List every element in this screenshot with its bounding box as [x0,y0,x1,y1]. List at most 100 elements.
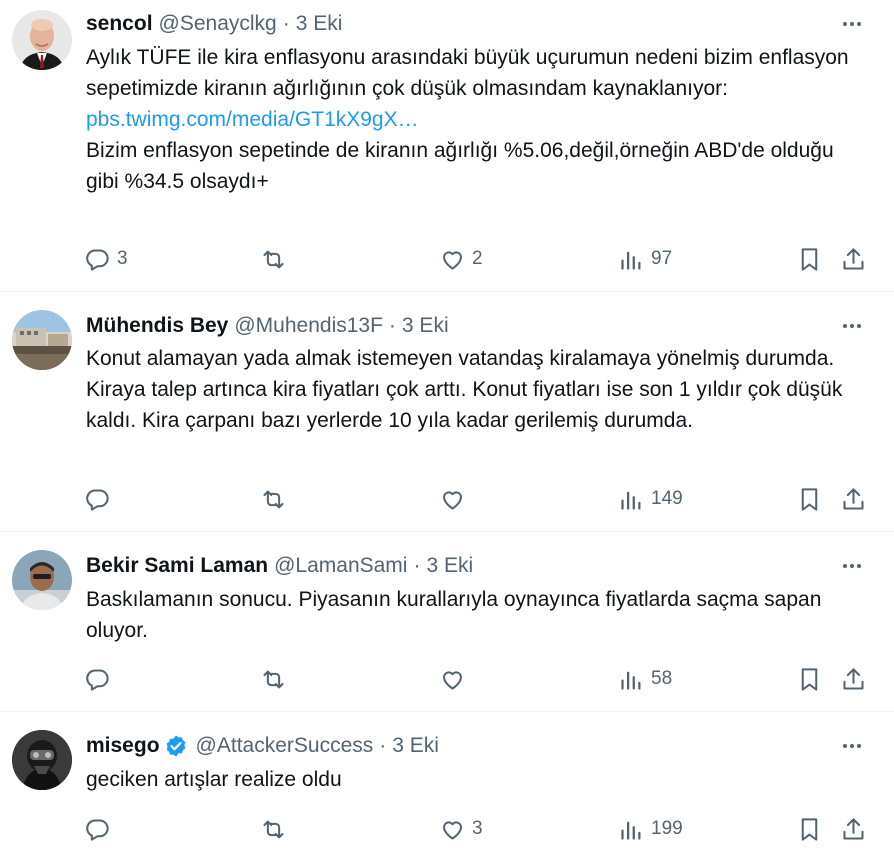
views-button[interactable]: 199 [618,814,683,844]
share-upload-icon [843,817,864,840]
author-handle[interactable]: @LamanSami [274,554,407,578]
tweet-text-part: Bizim enflasyon sepetinde de kiranın ağı… [86,139,834,193]
bookmark-button[interactable] [796,484,823,514]
reply-button[interactable]: 3 [84,244,128,274]
reply-bubble-icon [86,818,109,841]
retweet-icon [263,250,284,268]
views-button[interactable]: 58 [618,664,672,694]
more-options-button[interactable] [834,314,870,338]
author-handle[interactable]: @Senayclkg [159,12,277,36]
tweet-header: sencol @Senayclkg · 3 Eki [86,10,342,38]
avatar[interactable] [12,550,72,610]
share-button[interactable] [840,814,867,844]
share-button[interactable] [840,244,867,274]
separator-dot: · [388,314,396,337]
tweet-text-content: Baskılamanın sonucu. Piyasanın kuralları… [86,588,822,642]
separator-dot: · [413,554,421,577]
like-button[interactable] [439,664,472,694]
author-handle[interactable]: @AttackerSuccess [196,734,374,758]
like-count: 3 [472,818,483,839]
tweet-text-content: geciken artışlar realize oldu [86,768,342,791]
bookmark-icon [801,487,818,511]
timestamp[interactable]: 3 Eki [296,12,343,36]
view-count: 149 [651,488,683,509]
bar-chart-icon [621,671,641,690]
like-button[interactable]: 2 [439,244,483,274]
avatar[interactable] [12,730,72,790]
views-button[interactable]: 97 [618,244,672,274]
avatar-building-photo-icon [12,310,72,370]
more-options-button[interactable] [834,12,870,36]
view-count: 58 [651,668,673,689]
reply-button[interactable] [84,484,117,514]
author-name[interactable]: Mühendis Bey [86,314,228,338]
reply-count: 3 [117,248,128,269]
tweet[interactable]: Mühendis Bey @Muhendis13F · 3 Eki Konut … [0,292,894,532]
retweet-button[interactable] [260,484,293,514]
avatar[interactable] [12,10,72,70]
tweet-text: Baskılamanın sonucu. Piyasanın kuralları… [86,584,866,646]
share-upload-icon [843,487,864,510]
verified-badge-icon [164,734,188,758]
like-button[interactable]: 3 [439,814,483,844]
reply-button[interactable] [84,814,117,844]
bookmark-button[interactable] [796,814,823,844]
avatar[interactable] [12,310,72,370]
views-button[interactable]: 149 [618,484,683,514]
like-button[interactable] [439,484,472,514]
view-count: 199 [651,818,683,839]
more-dots-icon [843,324,861,328]
author-name[interactable]: Bekir Sami Laman [86,554,268,578]
reply-bubble-icon [86,488,109,511]
action-bar: 58 [84,664,874,694]
retweet-button[interactable] [260,244,293,274]
action-bar: 149 [84,484,874,514]
reply-bubble-icon [86,668,109,691]
more-options-button[interactable] [834,734,870,758]
action-bar: 3 2 97 [84,244,874,274]
timestamp[interactable]: 3 Eki [392,734,439,758]
reply-button[interactable] [84,664,117,694]
more-options-button[interactable] [834,554,870,578]
author-handle[interactable]: @Muhendis13F [234,314,383,338]
share-button[interactable] [840,664,867,694]
heart-icon [443,250,462,270]
separator-dot: · [282,12,290,35]
retweet-button[interactable] [260,664,293,694]
tweet-text-content: Konut alamayan yada almak istemeyen vata… [86,347,843,432]
timestamp[interactable]: 3 Eki [402,314,449,338]
tweet[interactable]: Bekir Sami Laman @LamanSami · 3 Eki Bask… [0,532,894,712]
bookmark-button[interactable] [796,244,823,274]
share-upload-icon [843,247,864,270]
reply-feed: sencol @Senayclkg · 3 Eki Aylık TÜFE ile… [0,0,894,866]
bookmark-button[interactable] [796,664,823,694]
media-link[interactable]: pbs.twimg.com/media/GT1kX9gX… [86,104,866,135]
tweet-text: geciken artışlar realize oldu [86,764,866,795]
tweet[interactable]: misego @AttackerSuccess · 3 Eki geciken … [0,712,894,866]
avatar-dark-helmet-icon [12,730,72,790]
timestamp[interactable]: 3 Eki [426,554,473,578]
action-bar: 3 199 [84,814,874,844]
author-name[interactable]: misego [86,734,160,758]
like-count: 2 [472,248,483,269]
share-button[interactable] [840,484,867,514]
bar-chart-icon [621,821,641,840]
heart-icon [443,490,462,510]
retweet-icon [263,490,284,508]
bar-chart-icon [621,491,641,510]
tweet-text: Konut alamayan yada almak istemeyen vata… [86,343,866,436]
tweet-text-part: Aylık TÜFE ile kira enflasyonu arasındak… [86,46,849,100]
avatar-man-photo-icon [12,550,72,610]
retweet-button[interactable] [260,814,293,844]
reply-bubble-icon [86,248,109,271]
tweet-text: Aylık TÜFE ile kira enflasyonu arasındak… [86,42,866,197]
author-name[interactable]: sencol [86,12,153,36]
more-dots-icon [843,22,861,26]
bar-chart-icon [621,251,641,270]
bookmark-icon [801,247,818,271]
share-upload-icon [843,667,864,690]
tweet[interactable]: sencol @Senayclkg · 3 Eki Aylık TÜFE ile… [0,0,894,292]
tweet-header: Bekir Sami Laman @LamanSami · 3 Eki [86,552,473,580]
retweet-icon [263,820,284,838]
tweet-header: misego @AttackerSuccess · 3 Eki [86,732,439,760]
